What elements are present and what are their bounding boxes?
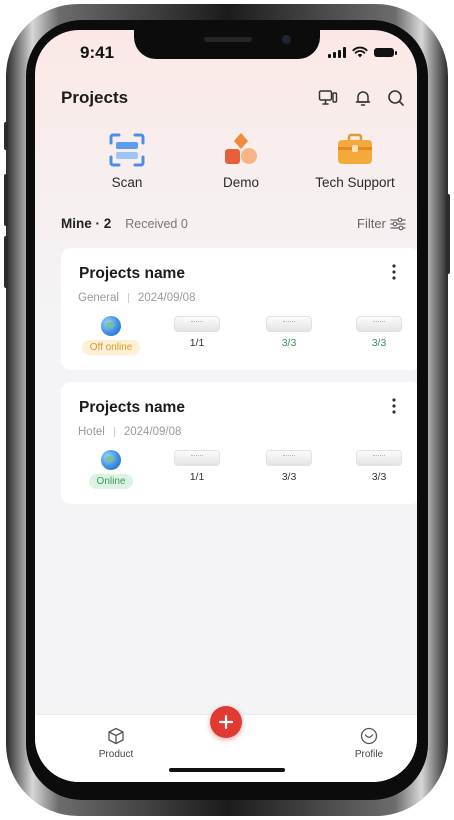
tab-mine[interactable]: Mine · 2 <box>61 216 111 231</box>
search-button[interactable] <box>385 87 407 109</box>
more-options-icon[interactable] <box>389 262 399 282</box>
device-box-icon <box>174 450 220 466</box>
volume-down-button <box>4 236 8 288</box>
app-screen: 9:41 Projects Scan Demo Tech Support Min… <box>35 30 417 782</box>
project-card[interactable]: Projects name General 2024/09/08 Off onl… <box>61 248 417 370</box>
front-camera <box>282 35 291 44</box>
tab-label: Profile <box>354 749 384 760</box>
device-switch: 1/1 <box>167 316 227 349</box>
signal-icon <box>328 46 346 58</box>
more-options-icon[interactable] <box>389 396 399 416</box>
project-date: 2024/09/08 <box>123 426 182 438</box>
battery-icon <box>374 47 397 57</box>
project-type: Hotel <box>78 426 105 438</box>
volume-up-button <box>4 174 8 226</box>
quick-action-label: Scan <box>111 175 143 190</box>
earpiece <box>204 37 252 42</box>
globe-icon <box>101 450 121 470</box>
project-name: Projects name <box>79 265 185 282</box>
smile-icon <box>360 727 378 745</box>
bell-icon <box>355 91 371 106</box>
project-meta: Hotel 2024/09/08 <box>78 426 181 438</box>
filter-label: Filter <box>357 216 386 231</box>
device-sensor: 3/3 <box>349 316 409 349</box>
tab-received[interactable]: Received 0 <box>125 217 188 231</box>
device-box-icon <box>356 450 402 466</box>
status-badge: Online <box>88 474 134 489</box>
project-card[interactable]: Projects name Hotel 2024/09/08 Online 1/… <box>61 382 417 504</box>
gateway-status: Off online <box>81 316 141 355</box>
device-box-icon <box>266 450 312 466</box>
device-sensor: 3/3 <box>349 450 409 483</box>
device-box-icon <box>266 316 312 332</box>
quick-action-label: Demo <box>222 175 259 190</box>
scan-icon <box>107 130 147 170</box>
device-count: 1/1 <box>189 337 205 349</box>
tab-label: Product <box>98 749 134 760</box>
device-box-icon <box>174 316 220 332</box>
status-icons <box>328 46 397 58</box>
add-project-button[interactable] <box>210 706 242 738</box>
project-name: Projects name <box>79 399 185 416</box>
page-title: Projects <box>61 88 129 107</box>
search-icon <box>388 90 404 106</box>
home-indicator[interactable] <box>169 768 285 772</box>
project-date: 2024/09/08 <box>137 292 196 304</box>
project-type: General <box>78 292 119 304</box>
device-count: 3/3 <box>371 471 387 483</box>
status-badge: Off online <box>81 340 141 355</box>
divider <box>127 293 129 303</box>
filter-button[interactable]: Filter <box>357 216 406 231</box>
wifi-icon <box>352 46 368 58</box>
monitor-icon <box>318 90 338 105</box>
project-meta: General 2024/09/08 <box>78 292 195 304</box>
device-panel: 3/3 <box>259 450 319 483</box>
quick-action-label: Tech Support <box>315 175 395 190</box>
tab-product[interactable]: Product <box>86 727 146 760</box>
mute-switch <box>4 122 8 150</box>
notifications-button[interactable] <box>352 87 374 109</box>
plus-icon <box>219 715 233 729</box>
gateway-device-button[interactable] <box>317 87 339 109</box>
divider <box>113 427 115 437</box>
sliders-icon <box>390 217 406 230</box>
device-box-icon <box>356 316 402 332</box>
notch <box>134 30 320 59</box>
power-button <box>446 194 450 274</box>
device-count: 3/3 <box>371 337 387 349</box>
gateway-status: Online <box>81 450 141 489</box>
cube-icon <box>108 727 124 745</box>
globe-icon <box>101 316 121 336</box>
device-panel: 3/3 <box>259 316 319 349</box>
device-switch: 1/1 <box>167 450 227 483</box>
tab-profile[interactable]: Profile <box>339 727 399 760</box>
device-count: 3/3 <box>281 471 297 483</box>
quick-action-scan[interactable]: Scan <box>72 130 182 190</box>
status-time: 9:41 <box>80 43 115 62</box>
device-count: 1/1 <box>189 471 205 483</box>
toolbox-icon <box>335 130 375 170</box>
quick-action-demo[interactable]: Demo <box>186 130 296 190</box>
quick-action-tech-support[interactable]: Tech Support <box>300 130 410 190</box>
project-tabs: Mine · 2 Received 0 <box>61 216 188 231</box>
device-count: 3/3 <box>281 337 297 349</box>
demo-icon <box>221 130 261 170</box>
